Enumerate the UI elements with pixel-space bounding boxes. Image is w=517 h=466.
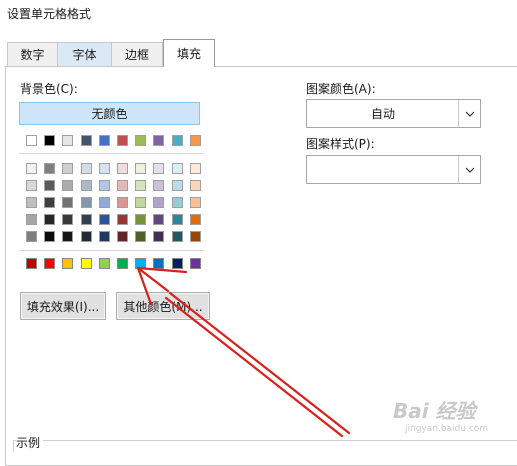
color-swatch[interactable] bbox=[62, 258, 73, 269]
color-swatch[interactable] bbox=[153, 135, 164, 146]
background-color-label: 背景色(C): bbox=[20, 82, 78, 96]
color-swatch[interactable] bbox=[26, 214, 37, 225]
pattern-style-label: 图案样式(P): bbox=[306, 137, 375, 151]
pattern-style-dropdown[interactable] bbox=[306, 155, 481, 184]
color-swatch[interactable] bbox=[26, 180, 37, 191]
color-swatch[interactable] bbox=[153, 214, 164, 225]
color-swatch[interactable] bbox=[153, 231, 164, 242]
color-swatch[interactable] bbox=[26, 135, 37, 146]
color-swatch[interactable] bbox=[190, 135, 201, 146]
dialog-title: 设置单元格格式 bbox=[7, 7, 92, 21]
color-swatch[interactable] bbox=[62, 180, 73, 191]
chevron-down-icon[interactable] bbox=[458, 100, 480, 127]
color-swatch[interactable] bbox=[99, 197, 110, 208]
no-color-button[interactable]: 无颜色 bbox=[19, 102, 200, 125]
color-swatch[interactable] bbox=[135, 163, 146, 174]
color-swatch[interactable] bbox=[44, 180, 55, 191]
watermark: Bai 经验 bbox=[393, 399, 476, 423]
color-swatch[interactable] bbox=[62, 231, 73, 242]
color-swatch[interactable] bbox=[62, 163, 73, 174]
more-colors-button[interactable]: 其他颜色(M)... bbox=[116, 292, 210, 320]
color-swatch[interactable] bbox=[81, 214, 92, 225]
palette-separator bbox=[19, 153, 204, 154]
color-swatch[interactable] bbox=[81, 231, 92, 242]
color-swatch[interactable] bbox=[44, 231, 55, 242]
color-swatch[interactable] bbox=[153, 197, 164, 208]
color-swatch[interactable] bbox=[117, 231, 128, 242]
color-swatch[interactable] bbox=[81, 180, 92, 191]
color-swatch[interactable] bbox=[172, 180, 183, 191]
color-swatch[interactable] bbox=[135, 231, 146, 242]
pattern-color-label: 图案颜色(A): bbox=[306, 82, 376, 96]
color-swatch[interactable] bbox=[172, 214, 183, 225]
color-swatch[interactable] bbox=[62, 214, 73, 225]
color-swatch[interactable] bbox=[117, 163, 128, 174]
color-swatch[interactable] bbox=[81, 258, 92, 269]
color-swatch[interactable] bbox=[190, 214, 201, 225]
color-swatch[interactable] bbox=[117, 135, 128, 146]
color-swatch[interactable] bbox=[190, 180, 201, 191]
color-swatch[interactable] bbox=[190, 197, 201, 208]
color-swatch[interactable] bbox=[44, 258, 55, 269]
palette-separator bbox=[19, 250, 204, 251]
color-swatch[interactable] bbox=[44, 197, 55, 208]
color-swatch[interactable] bbox=[172, 197, 183, 208]
color-swatch[interactable] bbox=[44, 214, 55, 225]
color-swatch[interactable] bbox=[99, 214, 110, 225]
color-swatch[interactable] bbox=[135, 135, 146, 146]
color-swatch[interactable] bbox=[117, 197, 128, 208]
color-swatch[interactable] bbox=[81, 135, 92, 146]
color-swatch[interactable] bbox=[26, 163, 37, 174]
color-swatch[interactable] bbox=[99, 135, 110, 146]
tab-font[interactable]: 字体 bbox=[57, 42, 112, 66]
color-swatch[interactable] bbox=[190, 163, 201, 174]
chevron-down-icon[interactable] bbox=[458, 156, 480, 183]
tab-border[interactable]: 边框 bbox=[111, 42, 163, 66]
color-swatch[interactable] bbox=[117, 180, 128, 191]
sample-group bbox=[13, 440, 517, 452]
color-swatch[interactable] bbox=[99, 163, 110, 174]
color-swatch[interactable] bbox=[153, 180, 164, 191]
color-swatch[interactable] bbox=[99, 258, 110, 269]
pattern-style-value bbox=[307, 156, 459, 183]
pattern-color-dropdown[interactable]: 自动 bbox=[306, 99, 481, 128]
fill-effects-button[interactable]: 填充效果(I)... bbox=[20, 292, 106, 320]
color-swatch[interactable] bbox=[190, 258, 201, 269]
color-swatch[interactable] bbox=[62, 135, 73, 146]
color-swatch[interactable] bbox=[81, 163, 92, 174]
color-swatch[interactable] bbox=[172, 231, 183, 242]
color-swatch[interactable] bbox=[172, 163, 183, 174]
pattern-color-value: 自动 bbox=[370, 107, 395, 121]
color-swatch[interactable] bbox=[190, 231, 201, 242]
color-swatch[interactable] bbox=[99, 231, 110, 242]
color-swatch[interactable] bbox=[172, 135, 183, 146]
color-swatch[interactable] bbox=[99, 180, 110, 191]
color-swatch[interactable] bbox=[117, 214, 128, 225]
tab-fill[interactable]: 填充 bbox=[163, 39, 215, 67]
color-swatch[interactable] bbox=[26, 197, 37, 208]
color-swatch[interactable] bbox=[81, 197, 92, 208]
color-swatch[interactable] bbox=[26, 258, 37, 269]
color-swatch[interactable] bbox=[117, 258, 128, 269]
color-swatch[interactable] bbox=[135, 180, 146, 191]
color-swatch[interactable] bbox=[153, 163, 164, 174]
color-swatch[interactable] bbox=[44, 163, 55, 174]
color-swatch[interactable] bbox=[135, 214, 146, 225]
color-swatch[interactable] bbox=[153, 258, 164, 269]
color-swatch[interactable] bbox=[44, 135, 55, 146]
sample-label: 示例 bbox=[16, 434, 44, 451]
color-swatch[interactable] bbox=[26, 231, 37, 242]
color-swatch[interactable] bbox=[135, 197, 146, 208]
color-swatch[interactable] bbox=[172, 258, 183, 269]
color-swatch[interactable] bbox=[62, 197, 73, 208]
color-swatch[interactable] bbox=[135, 258, 146, 269]
watermark-url: jingyan.baidu.com bbox=[405, 424, 489, 434]
tab-number[interactable]: 数字 bbox=[7, 42, 58, 66]
